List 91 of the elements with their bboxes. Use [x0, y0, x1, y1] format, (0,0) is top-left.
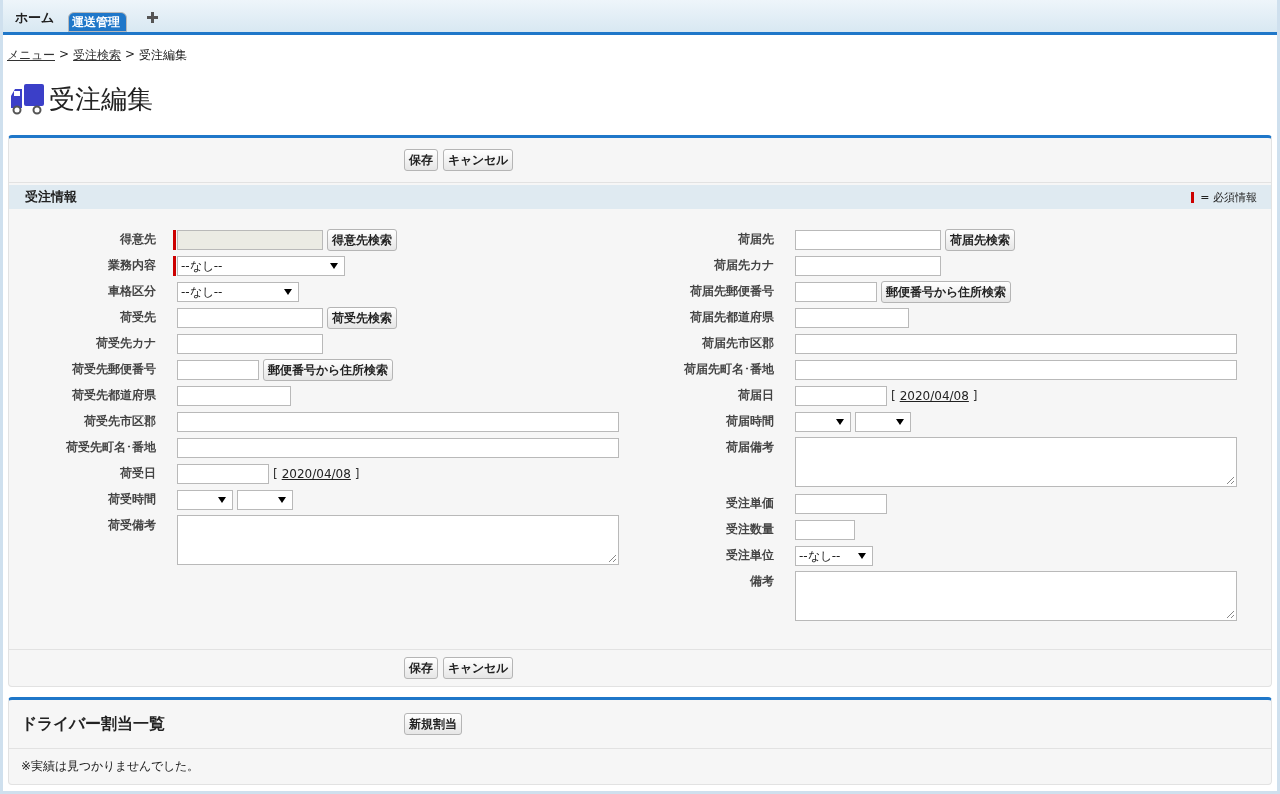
text-field[interactable] — [795, 308, 909, 328]
field-label: 荷受先市区郡 — [83, 413, 156, 430]
field-label: 荷届備考 — [725, 439, 774, 456]
breadcrumb-current: 受注編集 — [139, 47, 188, 64]
search-button[interactable]: 荷届先検索 — [945, 229, 1015, 251]
text-area[interactable] — [795, 571, 1237, 621]
field-label: 受注単価 — [725, 495, 774, 512]
text-field[interactable] — [795, 230, 941, 250]
field-label: 荷受備考 — [107, 517, 156, 534]
text-field[interactable] — [177, 386, 291, 406]
section-title: 受注情報 — [25, 188, 77, 206]
caret-icon — [278, 497, 286, 503]
breadcrumb-separator: > — [59, 47, 70, 63]
field-label: 荷受先郵便番号 — [71, 361, 156, 378]
text-field[interactable] — [177, 412, 619, 432]
field-label: 荷受先町名･番地 — [65, 439, 156, 456]
field-label: 荷届先町名･番地 — [683, 361, 774, 378]
form-button[interactable]: キャンセル — [443, 657, 513, 679]
text-field[interactable] — [795, 334, 1237, 354]
date-field[interactable] — [177, 464, 269, 484]
tab[interactable]: ホーム — [7, 4, 62, 32]
breadcrumb-link[interactable]: 受注検索 — [73, 47, 122, 67]
tab[interactable]: 運送管理 — [68, 12, 127, 32]
field-label: 備考 — [749, 573, 774, 590]
field-label: 荷届先市区郡 — [701, 335, 774, 352]
text-area[interactable] — [795, 437, 1237, 487]
field-label: 荷受先カナ — [95, 335, 156, 352]
field-label: 荷受先 — [119, 309, 156, 326]
field-label: 荷受時間 — [107, 491, 156, 508]
text-field[interactable] — [795, 360, 1237, 380]
form-button[interactable]: 保存 — [404, 149, 438, 171]
text-field[interactable] — [177, 308, 323, 328]
form-button[interactable]: 保存 — [404, 657, 438, 679]
field-label: 車格区分 — [107, 283, 156, 300]
page-title: 受注編集 — [49, 82, 153, 116]
minute-dropdown[interactable] — [855, 412, 911, 432]
field-label: 荷届先都道府県 — [689, 309, 774, 326]
field-label: 業務内容 — [107, 257, 156, 274]
text-field[interactable] — [177, 360, 259, 380]
field-label: 荷届先郵便番号 — [689, 283, 774, 300]
resize-grip-icon — [1226, 610, 1235, 619]
required-marker — [1191, 191, 1195, 203]
hour-dropdown[interactable] — [795, 412, 851, 432]
truck-icon — [9, 82, 47, 116]
dropdown[interactable]: --なし-- — [177, 256, 345, 276]
search-button[interactable]: 郵便番号から住所検索 — [881, 281, 1011, 303]
field-label: 荷届先 — [737, 231, 774, 248]
text-field[interactable] — [177, 438, 619, 458]
dropdown[interactable]: --なし-- — [177, 282, 299, 302]
text-field[interactable] — [795, 282, 877, 302]
minute-dropdown[interactable] — [237, 490, 293, 510]
field-label: 荷届日 — [737, 387, 774, 404]
text-field[interactable] — [795, 256, 941, 276]
required-legend: = 必須情報 — [1200, 189, 1257, 205]
search-button[interactable]: 郵便番号から住所検索 — [263, 359, 393, 381]
new-assignment-button[interactable]: 新規割当 — [404, 713, 462, 735]
search-button[interactable]: 荷受先検索 — [327, 307, 397, 329]
caret-icon — [896, 419, 904, 425]
text-area[interactable] — [177, 515, 619, 565]
bracket: [ — [273, 467, 278, 481]
breadcrumb-link[interactable]: メニュー — [7, 47, 55, 67]
date-field[interactable] — [795, 386, 887, 406]
hour-dropdown[interactable] — [177, 490, 233, 510]
panel-title: ドライバー割当一覧 — [21, 713, 166, 735]
bracket: ] — [354, 467, 360, 481]
empty-message: ※実績は見つかりませんでした。 — [20, 758, 201, 775]
text-field[interactable] — [795, 520, 855, 540]
text-field[interactable] — [795, 494, 887, 514]
text-field[interactable] — [177, 334, 323, 354]
caret-icon — [858, 553, 866, 559]
field-label: 得意先 — [119, 231, 156, 248]
bracket: [ — [891, 389, 896, 403]
dropdown[interactable]: --なし-- — [795, 546, 873, 566]
breadcrumb-separator: > — [125, 47, 136, 63]
caret-icon — [218, 497, 226, 503]
resize-grip-icon — [1226, 476, 1235, 485]
add-tab-icon[interactable] — [147, 12, 158, 23]
field-label: 荷届時間 — [725, 413, 774, 430]
bracket: ] — [972, 389, 978, 403]
caret-icon — [330, 263, 338, 269]
field-label: 受注単位 — [725, 547, 774, 564]
form-button[interactable]: キャンセル — [443, 149, 513, 171]
field-label: 受注数量 — [725, 521, 774, 538]
today-link[interactable]: 2020/04/08 — [281, 467, 351, 481]
field-label: 荷届先カナ — [713, 257, 774, 274]
field-label: 荷受日 — [119, 465, 156, 482]
resize-grip-icon — [608, 554, 617, 563]
field-label: 荷受先都道府県 — [71, 387, 156, 404]
today-link[interactable]: 2020/04/08 — [899, 389, 969, 403]
caret-icon — [836, 419, 844, 425]
caret-icon — [284, 289, 292, 295]
